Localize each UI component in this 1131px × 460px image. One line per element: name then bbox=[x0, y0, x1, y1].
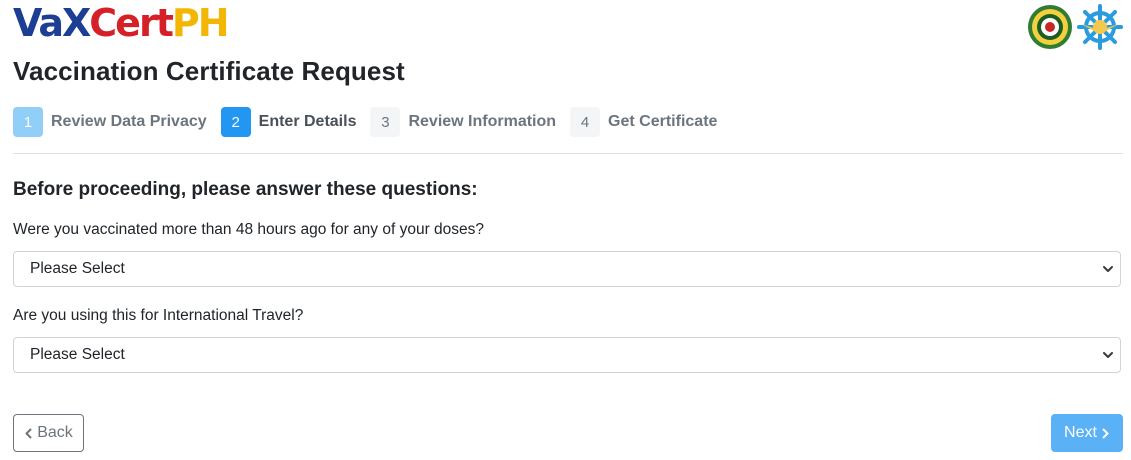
international-travel-select[interactable]: Please Select bbox=[13, 337, 1121, 373]
question-vaccinated-label: Were you vaccinated more than 48 hours a… bbox=[13, 221, 485, 238]
step-number: 3 bbox=[370, 107, 401, 137]
vaxcertph-logo: Va X Cert PH bbox=[13, 1, 230, 45]
step-number: 1 bbox=[13, 107, 43, 137]
step-number: 4 bbox=[570, 107, 601, 137]
logo-text-va: Va bbox=[13, 1, 64, 45]
progress-steps: 1 Review Data Privacy 2 Enter Details 3 … bbox=[13, 107, 731, 137]
step-review-data-privacy: 1 Review Data Privacy bbox=[13, 107, 207, 137]
logo-text-x: X bbox=[61, 1, 91, 45]
page-title: Vaccination Certificate Request bbox=[13, 56, 405, 86]
step-review-information: 3 Review Information bbox=[370, 107, 556, 137]
chevron-left-icon bbox=[25, 428, 32, 438]
step-label: Review Information bbox=[408, 113, 557, 130]
step-label: Review Data Privacy bbox=[51, 113, 207, 130]
logo-text-cert: Cert bbox=[89, 1, 174, 45]
agency-seals bbox=[1027, 4, 1123, 50]
back-button-label: Back bbox=[37, 424, 73, 441]
form-heading: Before proceeding, please answer these q… bbox=[13, 179, 478, 200]
divider bbox=[13, 153, 1123, 154]
vaccinated-48h-select[interactable]: Please Select bbox=[13, 251, 1121, 287]
chevron-right-icon bbox=[1102, 428, 1109, 438]
chevron-down-icon bbox=[1103, 352, 1113, 358]
next-button-label: Next bbox=[1064, 424, 1097, 441]
step-label: Get Certificate bbox=[608, 113, 718, 130]
step-number: 2 bbox=[220, 107, 251, 137]
next-button[interactable]: Next bbox=[1051, 414, 1123, 452]
doh-seal-icon bbox=[1028, 5, 1072, 49]
select-value: Please Select bbox=[30, 260, 125, 277]
step-get-certificate: 4 Get Certificate bbox=[570, 107, 717, 137]
step-enter-details: 2 Enter Details bbox=[220, 107, 357, 137]
logo-text-ph: PH bbox=[171, 1, 230, 45]
step-label: Enter Details bbox=[258, 113, 357, 130]
dict-seal-icon bbox=[1077, 4, 1123, 50]
select-value: Please Select bbox=[30, 346, 125, 363]
question-travel-label: Are you using this for International Tra… bbox=[13, 307, 304, 324]
back-button[interactable]: Back bbox=[13, 414, 84, 452]
chevron-down-icon bbox=[1103, 266, 1113, 272]
